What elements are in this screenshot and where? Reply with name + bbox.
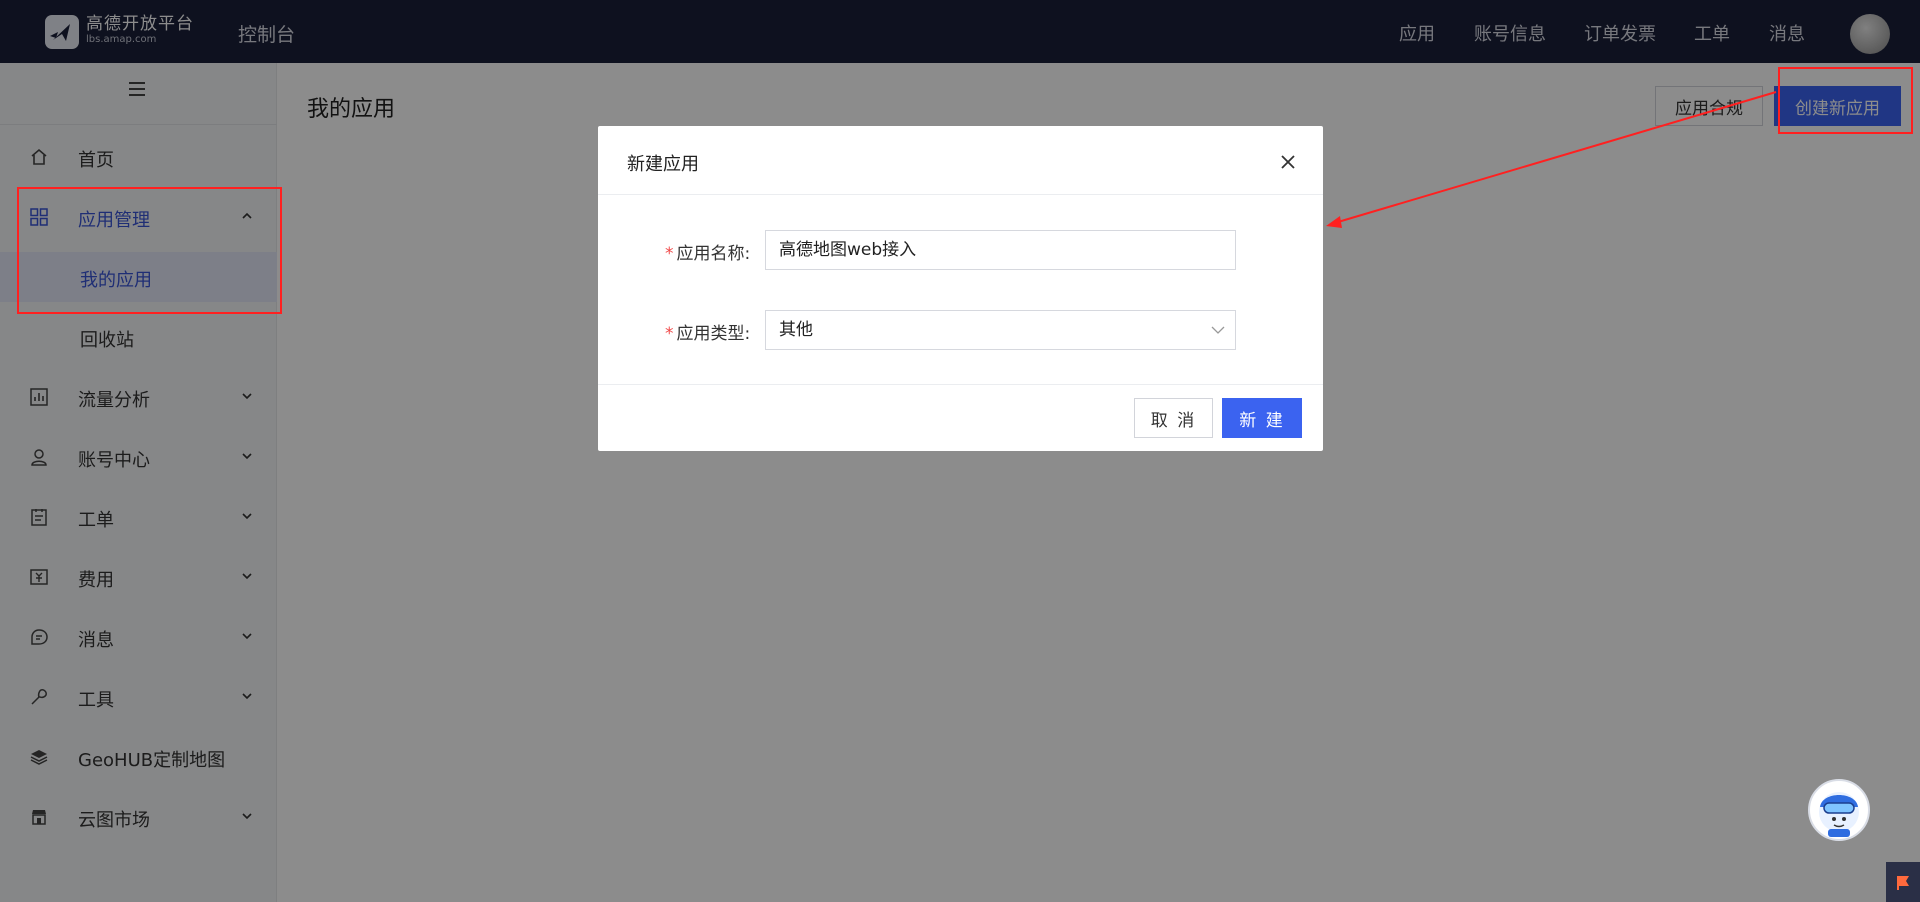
app-type-label: * 应用类型: [665, 319, 750, 344]
dialog-title: 新建应用 [627, 154, 699, 175]
app-type-select[interactable]: 其他 [765, 310, 1236, 350]
app-name-label-text: 应用名称: [676, 244, 751, 264]
dialog-footer-divider [598, 384, 1323, 385]
required-asterisk: * [665, 324, 674, 344]
dialog-header-divider [598, 194, 1323, 195]
close-icon[interactable] [1278, 152, 1298, 172]
annotation-box-create-button [1778, 67, 1913, 134]
assistant-avatar[interactable] [1808, 779, 1870, 841]
app-name-input[interactable]: 高德地图web接入 [765, 230, 1236, 270]
feedback-tab[interactable] [1886, 862, 1920, 902]
app-name-label: * 应用名称: [665, 239, 750, 264]
new-app-dialog: 新建应用 * 应用名称: 高德地图web接入 * 应用类型: 其他 取 消 新 建 [598, 126, 1323, 451]
create-button[interactable]: 新 建 [1222, 398, 1302, 438]
required-asterisk: * [665, 244, 674, 264]
robot-mascot-icon [1819, 792, 1859, 837]
chevron-down-icon [1211, 326, 1225, 334]
flag-icon [1897, 876, 1909, 890]
annotation-box-sidebar [17, 187, 282, 314]
cancel-button[interactable]: 取 消 [1134, 398, 1213, 438]
app-type-label-text: 应用类型: [676, 324, 751, 344]
